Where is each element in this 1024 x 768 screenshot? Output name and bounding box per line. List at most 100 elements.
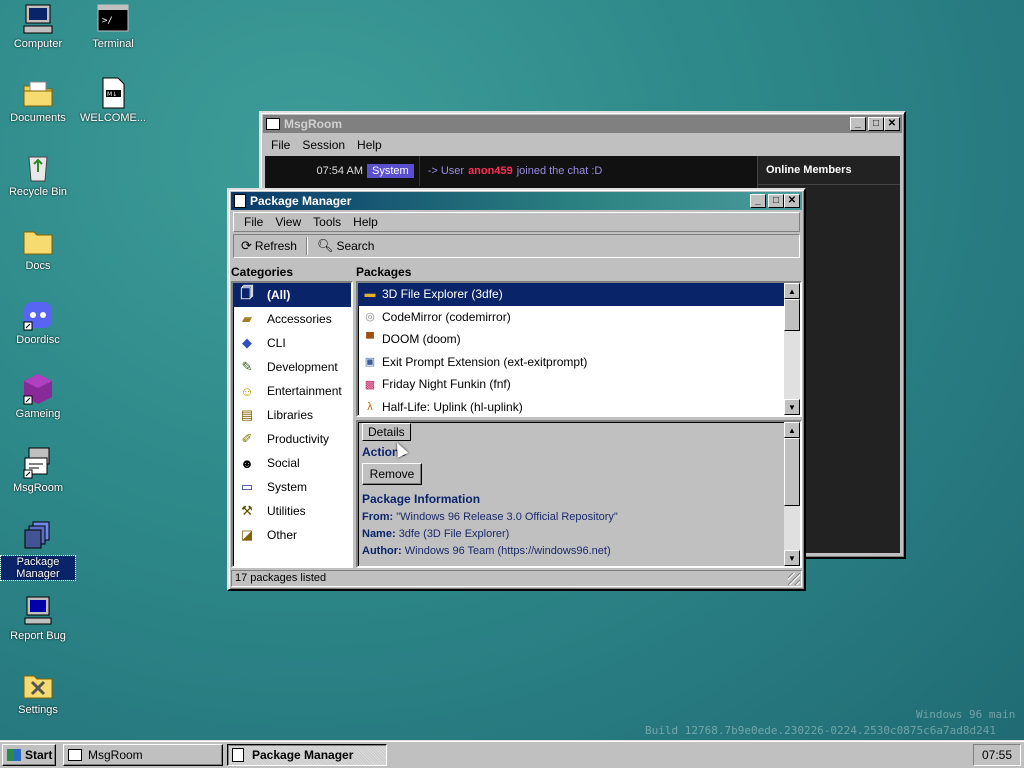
- category-label: Libraries: [267, 408, 314, 422]
- scroll-up-button[interactable]: ▲: [784, 422, 800, 438]
- minimize-button[interactable]: _: [850, 117, 866, 131]
- package-label: 3D File Explorer (3dfe): [382, 287, 503, 302]
- system-tray-clock[interactable]: 07:55: [973, 744, 1021, 766]
- desktop-icon-msgroom[interactable]: MsgRoom: [1, 446, 75, 494]
- recycle-bin-icon: [21, 150, 55, 184]
- category-system[interactable]: ▭ System: [233, 475, 351, 499]
- remove-button[interactable]: Remove: [362, 463, 422, 485]
- category-label: (All): [267, 288, 291, 302]
- package-label: Half-Life: Uplink (hl-uplink): [382, 399, 523, 414]
- info-author-row: Author: Windows 96 Team (https://windows…: [362, 545, 780, 557]
- desktop-icon-label: Doordisc: [16, 334, 60, 346]
- details-tab-label: Details: [368, 425, 405, 439]
- desktop-icon-settings[interactable]: Settings: [1, 668, 75, 716]
- categories-list[interactable]: 🗍 (All) ▰ Accessories ◆ CLI ✎ Development ☺ E…: [231, 281, 353, 568]
- other-icon: ◪: [240, 527, 254, 542]
- taskbar-item-msgroom[interactable]: MsgRoom: [63, 744, 223, 766]
- start-button[interactable]: Start: [2, 744, 56, 766]
- packages-scrollbar[interactable]: ▲ ▼: [784, 283, 800, 415]
- menu-help[interactable]: Help: [347, 215, 384, 229]
- menu-file[interactable]: File: [265, 138, 296, 152]
- refresh-button[interactable]: ⟳ Refresh: [238, 238, 300, 254]
- category-accessories[interactable]: ▰ Accessories: [233, 307, 351, 331]
- packages-list[interactable]: ▬ 3D File Explorer (3dfe) ◎ CodeMirror (co…: [356, 281, 802, 417]
- info-name-value: 3dfe (3D File Explorer): [398, 528, 510, 540]
- package-item[interactable]: λ Half-Life: Uplink (hl-uplink): [358, 396, 784, 416]
- message-username[interactable]: anon459: [468, 165, 513, 177]
- desktop-icon-docs[interactable]: Docs: [1, 224, 75, 272]
- search-button[interactable]: 🔍︎ Search: [314, 238, 378, 254]
- package-item[interactable]: ▬ 3D File Explorer (3dfe): [358, 283, 784, 306]
- menu-tools[interactable]: Tools: [307, 215, 347, 229]
- extension-icon: ▣: [364, 356, 376, 369]
- desktop-icon-doordisc[interactable]: Doordisc: [1, 298, 75, 346]
- category-productivity[interactable]: ✐ Productivity: [233, 427, 351, 451]
- category-social[interactable]: ☻ Social: [233, 451, 351, 475]
- category-label: Other: [267, 528, 298, 542]
- package-item[interactable]: ◎ CodeMirror (codemirror): [358, 306, 784, 329]
- desktop-icon-package-manager[interactable]: Package Manager: [0, 520, 76, 581]
- package-item[interactable]: ▣ Exit Prompt Extension (ext-exitprompt): [358, 351, 784, 374]
- msgroom-title-bar[interactable]: MsgRoom _ □ ✕: [263, 115, 902, 133]
- category-label: Productivity: [267, 432, 330, 446]
- packages-header: Packages: [356, 265, 412, 279]
- package-item[interactable]: ▀ DOOM (doom): [358, 328, 784, 351]
- desktop-icon-documents[interactable]: Documents: [1, 76, 75, 124]
- package-label: CodeMirror (codemirror): [382, 309, 511, 324]
- desktop-icon-label: Terminal: [92, 38, 134, 50]
- productivity-icon: ✐: [241, 431, 253, 446]
- pm-title-bar[interactable]: Package Manager _ □ ✕: [231, 192, 802, 210]
- category-label: Social: [267, 456, 300, 470]
- close-button[interactable]: ✕: [784, 194, 800, 208]
- category-entertainment[interactable]: ☺ Entertainment: [233, 379, 351, 403]
- menu-view[interactable]: View: [269, 215, 307, 229]
- maximize-button[interactable]: □: [768, 194, 784, 208]
- fnf-icon: ▩: [364, 378, 376, 391]
- info-author-label: Author:: [362, 545, 402, 557]
- category-development[interactable]: ✎ Development: [233, 355, 351, 379]
- category-other[interactable]: ◪ Other: [233, 523, 351, 547]
- menu-session[interactable]: Session: [296, 138, 351, 152]
- menu-file[interactable]: File: [238, 215, 269, 229]
- menu-help[interactable]: Help: [351, 138, 388, 152]
- desktop-icon-report-bug[interactable]: Report Bug: [1, 594, 75, 642]
- scroll-thumb[interactable]: [784, 299, 800, 331]
- category-libraries[interactable]: ▤ Libraries: [233, 403, 351, 427]
- development-icon: ✎: [241, 359, 253, 374]
- close-button[interactable]: ✕: [884, 117, 900, 131]
- desktop-icon-recycle-bin[interactable]: Recycle Bin: [1, 150, 75, 198]
- start-label: Start: [25, 748, 53, 762]
- doom-icon: ▀: [366, 333, 374, 346]
- half-life-icon: λ: [367, 400, 373, 413]
- cli-icon: ◆: [242, 335, 252, 350]
- online-members-header: Online Members: [758, 156, 900, 185]
- scroll-up-button[interactable]: ▲: [784, 283, 800, 299]
- taskbar-item-package-manager[interactable]: Package Manager: [227, 744, 387, 766]
- details-tab[interactable]: Details: [362, 423, 411, 441]
- package-item[interactable]: ▩ Friday Night Funkin (fnf): [358, 373, 784, 396]
- details-scrollbar[interactable]: ▲ ▼: [784, 422, 800, 566]
- refresh-icon: ⟳: [241, 238, 252, 253]
- desktop-icon-gameing[interactable]: Gameing: [1, 372, 75, 420]
- scroll-down-button[interactable]: ▼: [784, 550, 800, 566]
- scroll-thumb[interactable]: [784, 438, 800, 506]
- category-utilities[interactable]: ⚒ Utilities: [233, 499, 351, 523]
- category-cli[interactable]: ◆ CLI: [233, 331, 351, 355]
- desktop-icon-terminal[interactable]: >/ Terminal: [76, 2, 150, 50]
- category-all[interactable]: 🗍 (All): [233, 283, 351, 307]
- scroll-down-button[interactable]: ▼: [784, 399, 800, 415]
- taskbar: Start MsgRoom Package Manager 07:55: [0, 740, 1024, 768]
- desktop-icon-label: Gameing: [15, 408, 61, 420]
- package-icon: [232, 748, 244, 762]
- accessories-icon: ▰: [242, 311, 252, 326]
- resize-grip-icon[interactable]: [788, 573, 800, 585]
- maximize-button[interactable]: □: [868, 117, 884, 131]
- documents-folder-icon: [21, 76, 55, 110]
- package-manager-window[interactable]: Package Manager _ □ ✕ File View Tools He…: [227, 188, 806, 591]
- desktop-icon-welcome[interactable]: M↓ WELCOME...: [76, 76, 150, 124]
- build-watermark-line2: Build 12768.7b9e0ede.230226-0224.2530c08…: [645, 724, 996, 737]
- utilities-icon: ⚒: [241, 503, 253, 518]
- desktop-icon-computer[interactable]: Computer: [1, 2, 75, 50]
- category-label: Utilities: [267, 504, 306, 518]
- minimize-button[interactable]: _: [750, 194, 766, 208]
